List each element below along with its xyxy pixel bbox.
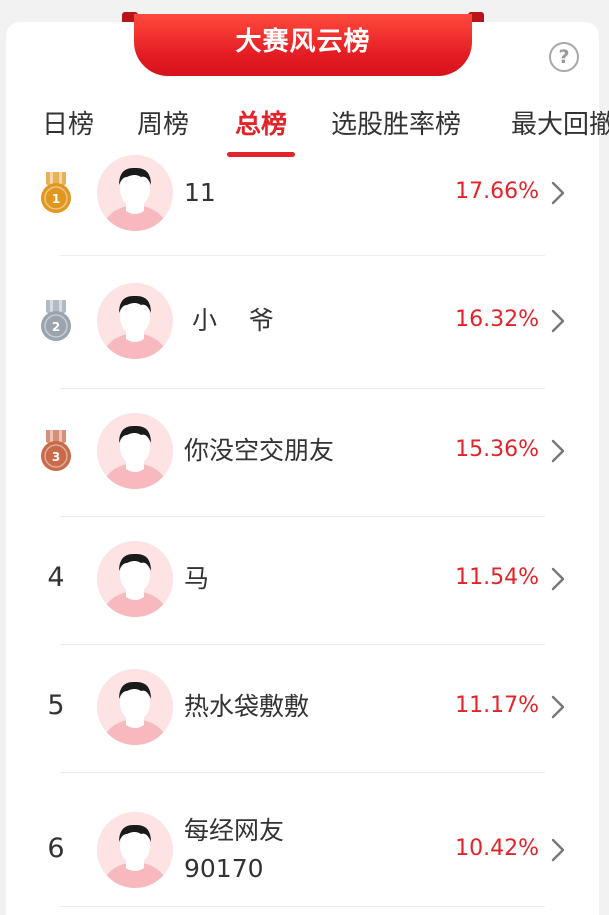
user-name: 你没空交朋友 — [184, 436, 335, 465]
user-name: 11 — [184, 178, 216, 207]
avatar[interactable] — [97, 541, 173, 617]
tab-win-rate[interactable]: 选股胜率榜 — [331, 104, 461, 141]
return-percentage: 11.54% — [455, 565, 539, 590]
svg-text:2: 2 — [52, 320, 60, 334]
rank-number: 4 — [47, 562, 65, 593]
tab-weekly[interactable]: 周榜 — [137, 104, 189, 141]
row-divider — [60, 388, 545, 389]
tab-overall[interactable]: 总榜 — [235, 104, 287, 141]
row-divider — [60, 644, 545, 645]
avatar[interactable] — [97, 413, 173, 489]
user-name: 小 爷 — [184, 306, 274, 335]
user-name: 每经网友 90170 — [184, 812, 284, 888]
row-divider — [60, 516, 545, 517]
user-name: 马 — [184, 564, 210, 593]
gold-medal-icon: 1 — [38, 172, 74, 214]
rank-number: 6 — [47, 833, 65, 864]
return-percentage: 16.32% — [455, 307, 539, 332]
ranking-row[interactable]: 1 11 17.66% — [0, 155, 609, 231]
ranking-row[interactable]: 3 你没空交朋友 15.36% — [0, 413, 609, 489]
active-tab-indicator — [227, 152, 295, 157]
avatar[interactable] — [97, 283, 173, 359]
row-divider — [60, 772, 545, 773]
chevron-right-icon[interactable] — [549, 308, 567, 334]
row-divider — [60, 906, 545, 907]
ranking-row[interactable]: 4 马 11.54% — [0, 541, 609, 617]
tab-bar: 日榜 周榜 总榜 选股胜率榜 最大回撤 — [0, 96, 609, 162]
row-divider — [60, 255, 545, 256]
chevron-right-icon[interactable] — [549, 837, 567, 863]
banner-title: 大赛风云榜 — [134, 14, 472, 76]
ranking-row[interactable]: 5 热水袋敷敷 11.17% — [0, 669, 609, 745]
chevron-right-icon[interactable] — [549, 438, 567, 464]
bronze-medal-icon: 3 — [38, 430, 74, 472]
return-percentage: 17.66% — [455, 179, 539, 204]
avatar[interactable] — [97, 669, 173, 745]
rank-number: 5 — [47, 690, 65, 721]
user-name-line1: 每经网友 — [184, 816, 285, 845]
user-name: 热水袋敷敷 — [184, 692, 310, 721]
return-percentage: 10.42% — [455, 836, 539, 861]
help-icon[interactable]: ? — [549, 42, 579, 72]
ranking-row[interactable]: 2 小 爷 16.32% — [0, 283, 609, 359]
avatar[interactable] — [97, 812, 173, 888]
ranking-row[interactable]: 6 每经网友 90170 10.42% — [0, 802, 609, 898]
avatar[interactable] — [97, 155, 173, 231]
return-percentage: 15.36% — [455, 437, 539, 462]
user-name-line2: 90170 — [184, 854, 264, 883]
tab-daily[interactable]: 日榜 — [42, 104, 94, 141]
tab-max-drawdown[interactable]: 最大回撤 — [511, 104, 609, 141]
silver-medal-icon: 2 — [38, 300, 74, 342]
return-percentage: 11.17% — [455, 693, 539, 718]
svg-text:1: 1 — [52, 192, 60, 206]
chevron-right-icon[interactable] — [549, 566, 567, 592]
chevron-right-icon[interactable] — [549, 180, 567, 206]
title-banner: 大赛风云榜 — [122, 12, 484, 78]
chevron-right-icon[interactable] — [549, 694, 567, 720]
svg-text:3: 3 — [52, 450, 60, 464]
